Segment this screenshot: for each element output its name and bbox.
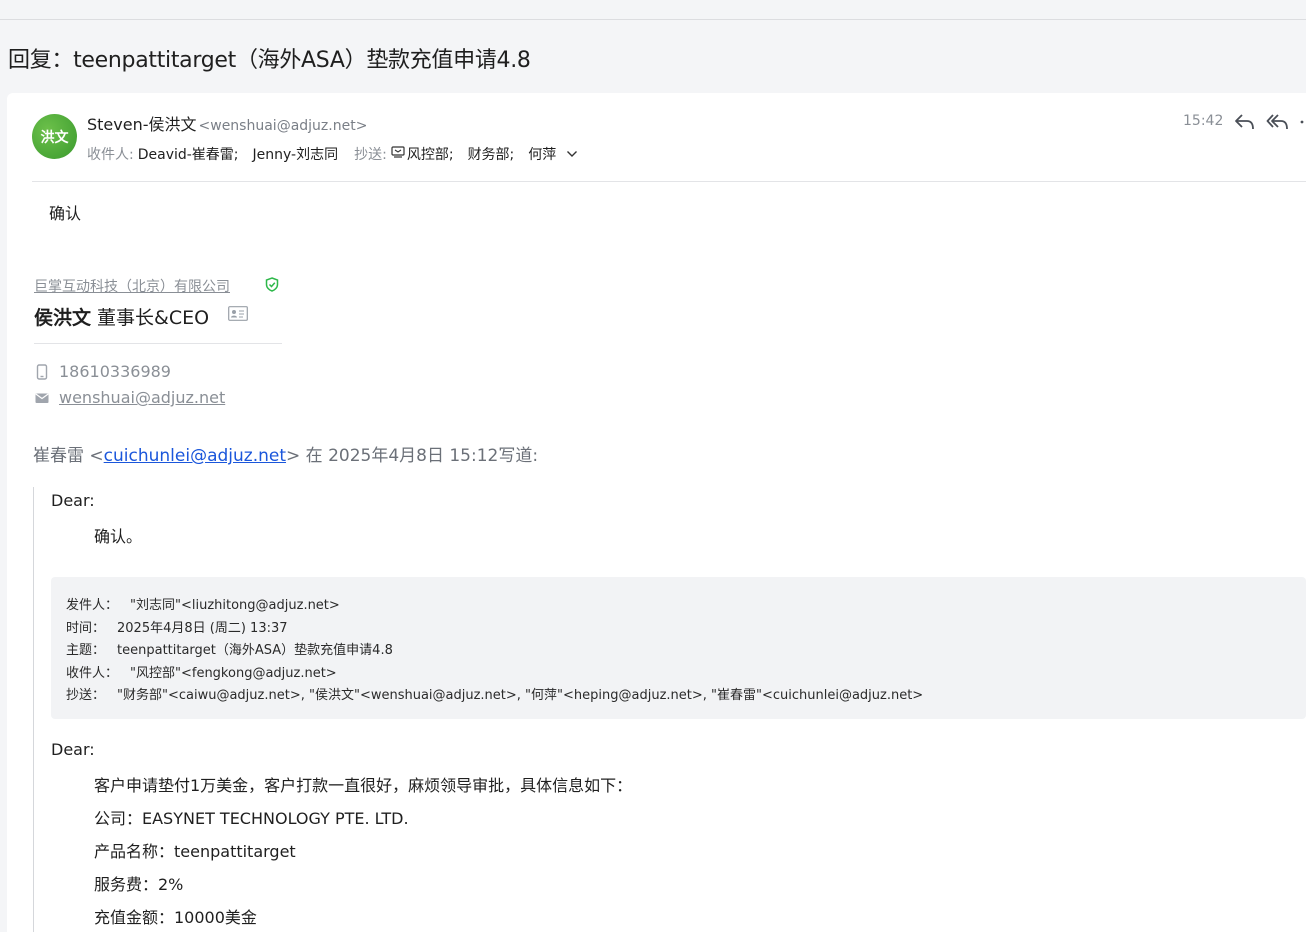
recipients-line: 收件人: Deavid-崔春雷; Jenny-刘志同 抄送: 风控部; 财务部;… bbox=[87, 144, 578, 164]
signature-role: 董事长&CEO bbox=[97, 307, 210, 329]
reply-all-icon[interactable] bbox=[1266, 112, 1288, 132]
signature-phone-row: 18610336989 bbox=[34, 362, 171, 381]
original-greeting: Dear: bbox=[51, 740, 95, 759]
fwd-cc-value: "财务部"<caiwu@adjuz.net>, "侯洪文"<wenshuai@a… bbox=[117, 688, 924, 703]
quote-body: 确认。 bbox=[94, 527, 143, 546]
signature-name: 侯洪文 bbox=[34, 307, 92, 329]
original-line-company: 公司：EASYNET TECHNOLOGY PTE. LTD. bbox=[94, 809, 409, 828]
signature-divider bbox=[34, 343, 282, 344]
to-label: 收件人: bbox=[87, 147, 134, 163]
fwd-subject-row: 主题： teenpattitarget（海外ASA）垫款充值申请4.8 bbox=[66, 639, 393, 658]
group-icon bbox=[391, 146, 405, 162]
top-toolbar bbox=[0, 0, 1306, 20]
fwd-to-value: "风控部"<fengkong@adjuz.net> bbox=[130, 666, 337, 681]
fwd-to-row: 收件人： "风控部"<fengkong@adjuz.net> bbox=[66, 662, 337, 681]
reply-icon[interactable] bbox=[1234, 112, 1256, 132]
sender-avatar[interactable]: 洪文 bbox=[32, 114, 77, 159]
header-divider bbox=[32, 181, 1306, 182]
fwd-from-label: 发件人： bbox=[66, 598, 119, 613]
signature-phone: 18610336989 bbox=[59, 362, 171, 381]
recipient-to-1[interactable]: Deavid-崔春雷; bbox=[138, 144, 239, 164]
fwd-to-label: 收件人： bbox=[66, 666, 119, 681]
recipient-cc-2[interactable]: 财务部; bbox=[468, 144, 515, 164]
signature-company[interactable]: 巨掌互动科技（北京）有限公司 bbox=[34, 276, 230, 296]
signature-email[interactable]: wenshuai@adjuz.net bbox=[59, 388, 225, 407]
phone-icon bbox=[36, 363, 48, 380]
fwd-time-row: 时间： 2025年4月8日 (周二) 13:37 bbox=[66, 617, 288, 636]
chevron-down-icon[interactable] bbox=[566, 146, 578, 162]
recipient-cc-1[interactable]: 风控部; bbox=[407, 144, 454, 164]
reply-body: 确认 bbox=[49, 204, 82, 223]
fwd-from-value: "刘志同"<liuzhitong@adjuz.net> bbox=[130, 598, 340, 613]
email-subject: 回复：teenpattitarget（海外ASA）垫款充值申请4.8 bbox=[8, 48, 531, 73]
quote-author-email-link[interactable]: cuichunlei@adjuz.net bbox=[104, 446, 286, 466]
fwd-cc-row: 抄送： "财务部"<caiwu@adjuz.net>, "侯洪文"<wenshua… bbox=[66, 684, 923, 703]
cc-label: 抄送: bbox=[354, 147, 387, 163]
signature-email-row: wenshuai@adjuz.net bbox=[34, 388, 225, 407]
recipient-to-2[interactable]: Jenny-刘志同 bbox=[253, 144, 339, 164]
fwd-subject-label: 主题： bbox=[66, 643, 106, 658]
quote-greeting: Dear: bbox=[51, 491, 95, 510]
envelope-icon bbox=[35, 393, 49, 403]
sender-line: Steven-侯洪文 <wenshuai@adjuz.net> bbox=[87, 111, 367, 135]
fwd-from-row: 发件人： "刘志同"<liuzhitong@adjuz.net> bbox=[66, 594, 340, 613]
signature-name-line: 侯洪文 董事长&CEO bbox=[34, 303, 209, 330]
sender-address[interactable]: <wenshuai@adjuz.net> bbox=[199, 118, 368, 134]
fwd-time-label: 时间： bbox=[66, 621, 106, 636]
recipient-cc-3[interactable]: 何萍 bbox=[528, 144, 556, 164]
more-icon[interactable] bbox=[1298, 112, 1306, 132]
email-time: 15:42 bbox=[1183, 113, 1224, 129]
contact-card-icon[interactable] bbox=[228, 306, 248, 325]
sender-name[interactable]: Steven-侯洪文 bbox=[87, 115, 197, 134]
fwd-subject-value: teenpattitarget（海外ASA）垫款充值申请4.8 bbox=[117, 643, 393, 658]
quote-date: > 在 2025年4月8日 15:12写道: bbox=[286, 446, 539, 466]
original-line-product: 产品名称：teenpattitarget bbox=[94, 842, 296, 861]
forwarded-header-box: 发件人： "刘志同"<liuzhitong@adjuz.net> 时间： 2025年… bbox=[51, 577, 1306, 719]
quote-header: 崔春雷 <cuichunlei@adjuz.net> 在 2025年4月8日 1… bbox=[33, 441, 538, 466]
fwd-time-value: 2025年4月8日 (周二) 13:37 bbox=[117, 621, 288, 636]
quote-bar bbox=[33, 487, 34, 932]
fwd-cc-label: 抄送： bbox=[66, 688, 106, 703]
original-line-fee: 服务费：2% bbox=[94, 875, 184, 894]
verified-shield-icon bbox=[265, 277, 279, 296]
original-line-request: 客户申请垫付1万美金，客户打款一直很好，麻烦领导审批，具体信息如下： bbox=[94, 776, 633, 795]
quote-author: 崔春雷 < bbox=[33, 446, 104, 466]
original-line-amount: 充值金额：10000美金 bbox=[94, 908, 257, 927]
